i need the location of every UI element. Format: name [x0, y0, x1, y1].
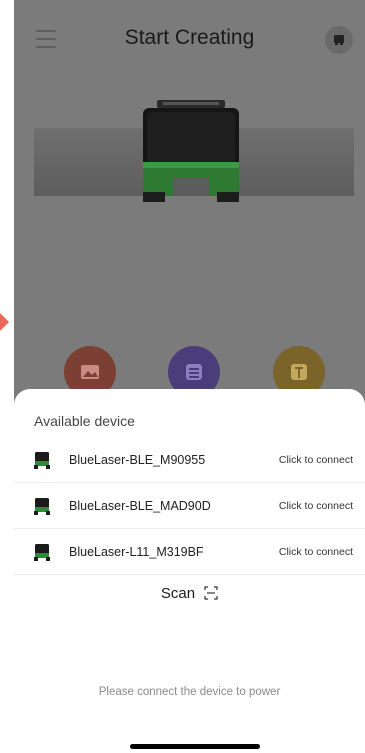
home-indicator[interactable]	[130, 744, 260, 749]
power-hint: Please connect the device to power	[98, 686, 281, 698]
connect-link[interactable]: Click to connect	[279, 454, 353, 466]
text-icon	[291, 364, 307, 380]
scan-button[interactable]: Scan	[14, 583, 365, 603]
sheet-title: Available device	[34, 413, 135, 429]
scan-label: Scan	[160, 584, 196, 602]
laser-device-icon	[34, 452, 50, 469]
laser-device-icon	[34, 544, 50, 561]
connect-link[interactable]: Click to connect	[279, 500, 353, 512]
scan-icon	[204, 586, 218, 600]
device-row[interactable]: BlueLaser-BLE_M90955 Click to connect	[14, 437, 365, 483]
laser-device-icon	[34, 498, 50, 515]
device-name: BlueLaser-BLE_MAD90D	[69, 498, 211, 513]
device-profile-icon[interactable]	[325, 26, 353, 54]
page-title: Start Creating	[124, 26, 255, 49]
device-row[interactable]: BlueLaser-L11_M319BF Click to connect	[14, 529, 365, 575]
left-edge-strip	[0, 0, 14, 753]
device-name: BlueLaser-BLE_M90955	[69, 452, 206, 467]
device-row[interactable]: BlueLaser-BLE_MAD90D Click to connect	[14, 483, 365, 529]
list-icon	[186, 364, 202, 380]
pointer-arrow-icon	[0, 313, 9, 331]
image-icon	[81, 365, 99, 379]
laser-engraver-device-image	[143, 100, 239, 202]
available-devices-sheet: Available device BlueLaser-BLE_M90955 Cl…	[14, 389, 365, 753]
device-name: BlueLaser-L11_M319BF	[69, 544, 204, 559]
connect-link[interactable]: Click to connect	[279, 546, 353, 558]
